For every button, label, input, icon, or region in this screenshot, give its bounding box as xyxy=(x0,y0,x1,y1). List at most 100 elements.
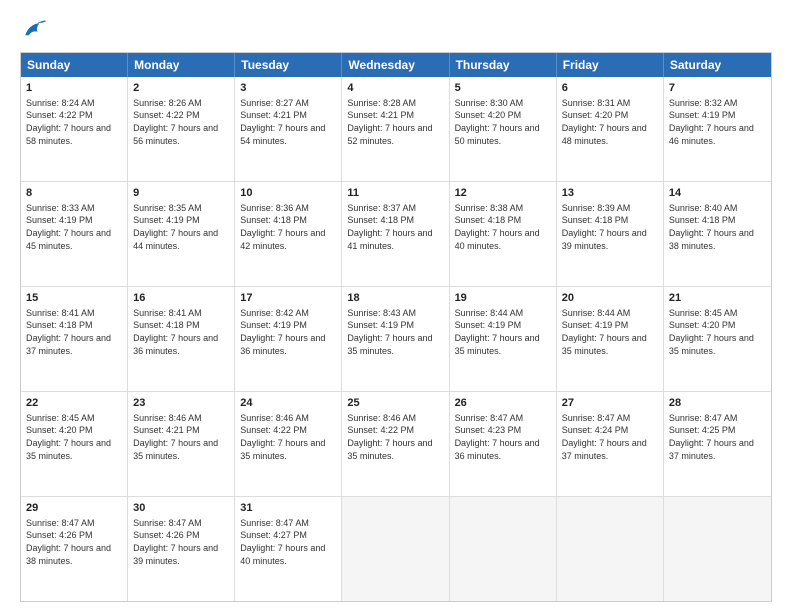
day-number: 22 xyxy=(26,396,122,411)
cal-cell: 23Sunrise: 8:46 AMSunset: 4:21 PMDayligh… xyxy=(128,392,235,496)
day-number: 8 xyxy=(26,186,122,201)
cell-info: Sunrise: 8:45 AMSunset: 4:20 PMDaylight:… xyxy=(669,307,766,357)
cal-cell: 14Sunrise: 8:40 AMSunset: 4:18 PMDayligh… xyxy=(664,182,771,286)
day-number: 31 xyxy=(240,501,336,516)
cell-info: Sunrise: 8:47 AMSunset: 4:23 PMDaylight:… xyxy=(455,412,551,462)
cell-info: Sunrise: 8:47 AMSunset: 4:26 PMDaylight:… xyxy=(133,517,229,567)
day-number: 15 xyxy=(26,291,122,306)
cell-info: Sunrise: 8:47 AMSunset: 4:24 PMDaylight:… xyxy=(562,412,658,462)
day-number: 16 xyxy=(133,291,229,306)
cal-cell: 16Sunrise: 8:41 AMSunset: 4:18 PMDayligh… xyxy=(128,287,235,391)
cell-info: Sunrise: 8:47 AMSunset: 4:27 PMDaylight:… xyxy=(240,517,336,567)
day-number: 13 xyxy=(562,186,658,201)
day-number: 11 xyxy=(347,186,443,201)
cal-cell xyxy=(450,497,557,601)
calendar-body: 1Sunrise: 8:24 AMSunset: 4:22 PMDaylight… xyxy=(21,77,771,601)
cal-cell: 24Sunrise: 8:46 AMSunset: 4:22 PMDayligh… xyxy=(235,392,342,496)
day-number: 6 xyxy=(562,81,658,96)
cal-cell: 31Sunrise: 8:47 AMSunset: 4:27 PMDayligh… xyxy=(235,497,342,601)
cal-week-4: 22Sunrise: 8:45 AMSunset: 4:20 PMDayligh… xyxy=(21,392,771,497)
cell-info: Sunrise: 8:42 AMSunset: 4:19 PMDaylight:… xyxy=(240,307,336,357)
cal-cell: 6Sunrise: 8:31 AMSunset: 4:20 PMDaylight… xyxy=(557,77,664,181)
cell-info: Sunrise: 8:46 AMSunset: 4:21 PMDaylight:… xyxy=(133,412,229,462)
day-number: 9 xyxy=(133,186,229,201)
day-number: 19 xyxy=(455,291,551,306)
cell-info: Sunrise: 8:44 AMSunset: 4:19 PMDaylight:… xyxy=(562,307,658,357)
cell-info: Sunrise: 8:27 AMSunset: 4:21 PMDaylight:… xyxy=(240,97,336,147)
calendar-header: SundayMondayTuesdayWednesdayThursdayFrid… xyxy=(21,53,771,77)
cal-header-wednesday: Wednesday xyxy=(342,53,449,77)
cal-cell: 28Sunrise: 8:47 AMSunset: 4:25 PMDayligh… xyxy=(664,392,771,496)
cal-cell: 12Sunrise: 8:38 AMSunset: 4:18 PMDayligh… xyxy=(450,182,557,286)
cell-info: Sunrise: 8:24 AMSunset: 4:22 PMDaylight:… xyxy=(26,97,122,147)
day-number: 18 xyxy=(347,291,443,306)
cal-cell: 27Sunrise: 8:47 AMSunset: 4:24 PMDayligh… xyxy=(557,392,664,496)
day-number: 14 xyxy=(669,186,766,201)
cal-cell: 4Sunrise: 8:28 AMSunset: 4:21 PMDaylight… xyxy=(342,77,449,181)
day-number: 17 xyxy=(240,291,336,306)
cell-info: Sunrise: 8:33 AMSunset: 4:19 PMDaylight:… xyxy=(26,202,122,252)
cal-cell: 25Sunrise: 8:46 AMSunset: 4:22 PMDayligh… xyxy=(342,392,449,496)
day-number: 28 xyxy=(669,396,766,411)
cell-info: Sunrise: 8:43 AMSunset: 4:19 PMDaylight:… xyxy=(347,307,443,357)
cell-info: Sunrise: 8:44 AMSunset: 4:19 PMDaylight:… xyxy=(455,307,551,357)
calendar: SundayMondayTuesdayWednesdayThursdayFrid… xyxy=(20,52,772,602)
day-number: 12 xyxy=(455,186,551,201)
cal-cell xyxy=(664,497,771,601)
cell-info: Sunrise: 8:45 AMSunset: 4:20 PMDaylight:… xyxy=(26,412,122,462)
cell-info: Sunrise: 8:32 AMSunset: 4:19 PMDaylight:… xyxy=(669,97,766,147)
cal-cell xyxy=(557,497,664,601)
cell-info: Sunrise: 8:47 AMSunset: 4:26 PMDaylight:… xyxy=(26,517,122,567)
cal-week-1: 1Sunrise: 8:24 AMSunset: 4:22 PMDaylight… xyxy=(21,77,771,182)
logo-bird-icon xyxy=(20,16,48,44)
cal-header-tuesday: Tuesday xyxy=(235,53,342,77)
cal-header-friday: Friday xyxy=(557,53,664,77)
cal-cell: 17Sunrise: 8:42 AMSunset: 4:19 PMDayligh… xyxy=(235,287,342,391)
header xyxy=(20,16,772,44)
cal-week-2: 8Sunrise: 8:33 AMSunset: 4:19 PMDaylight… xyxy=(21,182,771,287)
cal-header-saturday: Saturday xyxy=(664,53,771,77)
cal-cell: 3Sunrise: 8:27 AMSunset: 4:21 PMDaylight… xyxy=(235,77,342,181)
cell-info: Sunrise: 8:36 AMSunset: 4:18 PMDaylight:… xyxy=(240,202,336,252)
cell-info: Sunrise: 8:35 AMSunset: 4:19 PMDaylight:… xyxy=(133,202,229,252)
cell-info: Sunrise: 8:30 AMSunset: 4:20 PMDaylight:… xyxy=(455,97,551,147)
day-number: 2 xyxy=(133,81,229,96)
day-number: 4 xyxy=(347,81,443,96)
cell-info: Sunrise: 8:41 AMSunset: 4:18 PMDaylight:… xyxy=(133,307,229,357)
cell-info: Sunrise: 8:37 AMSunset: 4:18 PMDaylight:… xyxy=(347,202,443,252)
cell-info: Sunrise: 8:38 AMSunset: 4:18 PMDaylight:… xyxy=(455,202,551,252)
cal-week-5: 29Sunrise: 8:47 AMSunset: 4:26 PMDayligh… xyxy=(21,497,771,601)
cal-cell: 8Sunrise: 8:33 AMSunset: 4:19 PMDaylight… xyxy=(21,182,128,286)
day-number: 27 xyxy=(562,396,658,411)
day-number: 10 xyxy=(240,186,336,201)
cal-cell: 26Sunrise: 8:47 AMSunset: 4:23 PMDayligh… xyxy=(450,392,557,496)
cell-info: Sunrise: 8:40 AMSunset: 4:18 PMDaylight:… xyxy=(669,202,766,252)
cal-cell: 30Sunrise: 8:47 AMSunset: 4:26 PMDayligh… xyxy=(128,497,235,601)
cal-header-monday: Monday xyxy=(128,53,235,77)
cal-cell xyxy=(342,497,449,601)
day-number: 5 xyxy=(455,81,551,96)
cal-cell: 11Sunrise: 8:37 AMSunset: 4:18 PMDayligh… xyxy=(342,182,449,286)
cal-header-sunday: Sunday xyxy=(21,53,128,77)
cell-info: Sunrise: 8:47 AMSunset: 4:25 PMDaylight:… xyxy=(669,412,766,462)
day-number: 23 xyxy=(133,396,229,411)
day-number: 29 xyxy=(26,501,122,516)
day-number: 26 xyxy=(455,396,551,411)
cal-cell: 21Sunrise: 8:45 AMSunset: 4:20 PMDayligh… xyxy=(664,287,771,391)
cal-cell: 19Sunrise: 8:44 AMSunset: 4:19 PMDayligh… xyxy=(450,287,557,391)
day-number: 3 xyxy=(240,81,336,96)
day-number: 1 xyxy=(26,81,122,96)
page: SundayMondayTuesdayWednesdayThursdayFrid… xyxy=(0,0,792,612)
cal-cell: 29Sunrise: 8:47 AMSunset: 4:26 PMDayligh… xyxy=(21,497,128,601)
cell-info: Sunrise: 8:39 AMSunset: 4:18 PMDaylight:… xyxy=(562,202,658,252)
cal-cell: 18Sunrise: 8:43 AMSunset: 4:19 PMDayligh… xyxy=(342,287,449,391)
cal-cell: 2Sunrise: 8:26 AMSunset: 4:22 PMDaylight… xyxy=(128,77,235,181)
cal-week-3: 15 Sunrise: 8:41 AMSunset: 4:18 PMDayligh… xyxy=(21,287,771,392)
cal-cell: 13Sunrise: 8:39 AMSunset: 4:18 PMDayligh… xyxy=(557,182,664,286)
cal-cell: 15Sunrise: 8:41 AMSunset: 4:18 PMDayligh… xyxy=(21,287,128,391)
cal-cell: 1Sunrise: 8:24 AMSunset: 4:22 PMDaylight… xyxy=(21,77,128,181)
logo xyxy=(20,16,52,44)
cell-info: Sunrise: 8:46 AMSunset: 4:22 PMDaylight:… xyxy=(347,412,443,462)
day-number: 21 xyxy=(669,291,766,306)
cell-info: Sunrise: 8:28 AMSunset: 4:21 PMDaylight:… xyxy=(347,97,443,147)
